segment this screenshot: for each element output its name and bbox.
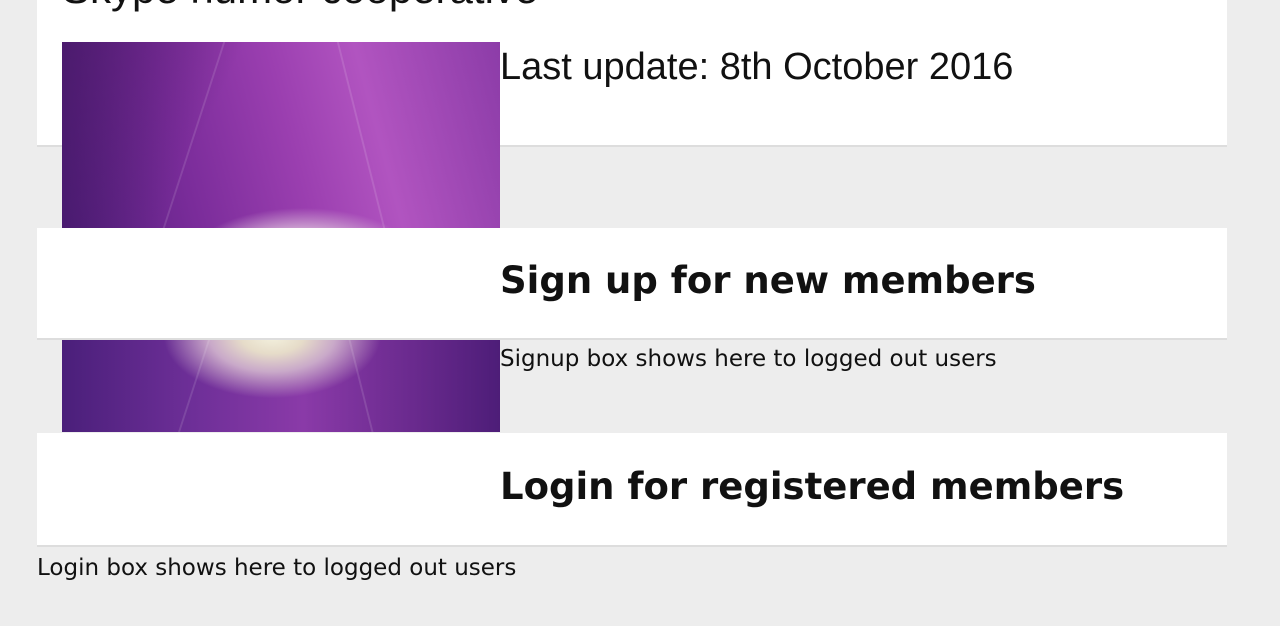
signup-heading: Sign up for new members <box>500 259 1036 302</box>
signup-placeholder-text: Signup box shows here to logged out user… <box>500 346 997 372</box>
flower-banner-image <box>62 42 500 228</box>
site-title[interactable]: Skype humor cooperative <box>62 0 538 10</box>
login-divider <box>37 545 1227 547</box>
last-update-text: Last update: 8th October 2016 <box>500 46 1014 88</box>
flower-image <box>62 340 500 432</box>
login-placeholder-text: Login box shows here to logged out users <box>37 555 517 581</box>
login-heading: Login for registered members <box>500 465 1125 508</box>
